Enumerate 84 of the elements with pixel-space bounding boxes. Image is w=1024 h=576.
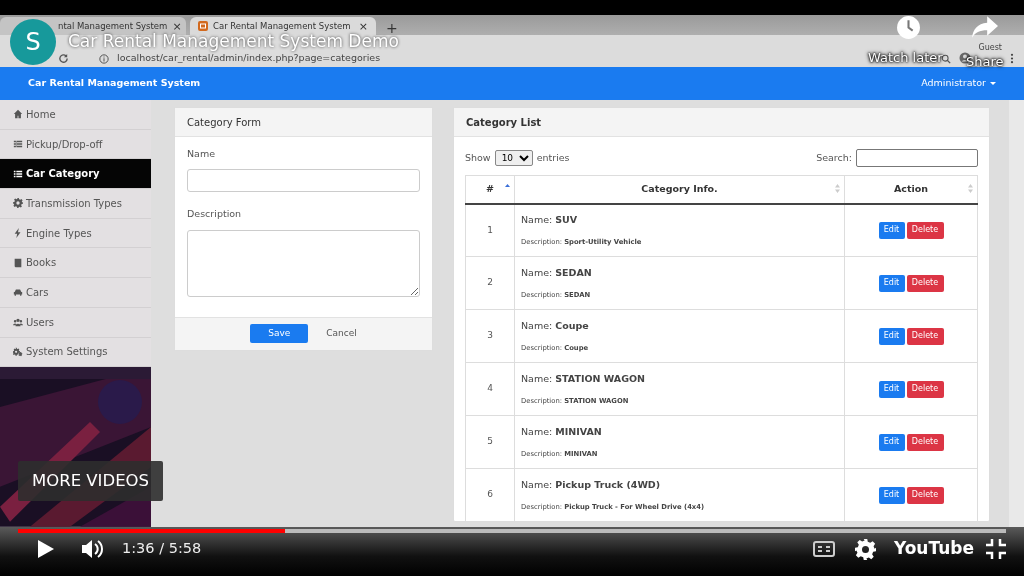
captions-icon[interactable]	[812, 541, 835, 557]
sidebar-item[interactable]: Transmission Types	[0, 189, 151, 219]
delete-button[interactable]: Delete	[906, 380, 944, 398]
exit-fullscreen-icon[interactable]	[986, 539, 1006, 559]
list-icon	[13, 168, 23, 179]
save-button[interactable]: Save	[250, 324, 309, 343]
table-icon	[13, 139, 23, 150]
sidebar-item[interactable]: Engine Types	[0, 218, 151, 249]
caret-icon	[990, 82, 996, 85]
category-name: Name: SEDAN	[521, 265, 593, 280]
column-header[interactable]: Category Info.	[514, 175, 845, 204]
volume-icon[interactable]	[82, 539, 104, 559]
search-field[interactable]	[856, 149, 978, 167]
new-tab-button[interactable]: +	[380, 21, 404, 35]
info-icon[interactable]	[99, 54, 109, 64]
page-icon	[198, 21, 208, 31]
gear-icon	[13, 198, 23, 209]
edit-button[interactable]: Edit	[878, 380, 905, 398]
table-cell: 5	[465, 415, 515, 469]
field-label: Description	[187, 207, 243, 222]
delete-button[interactable]: Delete	[906, 274, 944, 292]
delete-button[interactable]: Delete	[906, 327, 944, 345]
users-icon	[13, 317, 23, 328]
category-name: Name: STATION WAGON	[521, 371, 647, 386]
sidebar-item[interactable]: Users	[0, 307, 151, 338]
close-button[interactable]: ×	[358, 20, 368, 32]
delete-button[interactable]: Delete	[906, 486, 944, 504]
table-cell: 4	[465, 362, 515, 416]
sidebar-item[interactable]: Books	[0, 248, 151, 279]
profile-name: Guest	[978, 42, 1002, 53]
watch-later-label[interactable]: Watch later	[868, 51, 943, 64]
menu-icon[interactable]	[1010, 53, 1014, 64]
sidebar-item[interactable]: Home	[0, 100, 151, 130]
play-icon[interactable]	[38, 540, 54, 558]
settings-icon[interactable]	[854, 538, 876, 560]
browser-tab[interactable]: Car Rental Management System ×	[190, 17, 376, 35]
table-cell: 6	[465, 468, 515, 521]
column-header[interactable]: #	[465, 175, 515, 204]
clock-icon[interactable]	[896, 15, 921, 40]
edit-button[interactable]: Edit	[878, 221, 905, 239]
youtube-logo[interactable]: YouTube	[893, 536, 974, 562]
cancel-button[interactable]: Cancel	[326, 326, 357, 341]
delete-button[interactable]: Delete	[906, 433, 944, 451]
app-brand: Car Rental Management System	[28, 76, 201, 91]
card-header: Category Form	[175, 108, 432, 137]
car-icon	[13, 287, 23, 298]
home-icon	[13, 109, 23, 120]
scrollbar[interactable]	[1009, 100, 1024, 527]
reload-icon[interactable]	[58, 53, 69, 64]
close-button[interactable]: ×	[172, 20, 182, 32]
category-name: Name: SUV	[521, 213, 579, 228]
delete-button[interactable]: Delete	[906, 221, 944, 239]
page-size-select[interactable]: 10	[494, 150, 533, 166]
search-label: Search:	[816, 150, 852, 165]
sidebar-item[interactable]: Pickup/Drop-off	[0, 129, 151, 160]
sidebar-item[interactable]: Cars	[0, 278, 151, 308]
entries-label: entries	[536, 150, 570, 165]
video-time: 1:36 / 5:58	[122, 539, 202, 559]
table-cell: 2	[465, 256, 515, 310]
edit-button[interactable]: Edit	[878, 433, 905, 451]
sidebar-item[interactable]: Car Category	[0, 159, 151, 190]
column-header[interactable]: Action	[844, 175, 978, 204]
category-name: Name: Pickup Truck (4WD)	[521, 477, 662, 492]
card-header: Category List	[454, 108, 989, 137]
gears-icon	[13, 346, 23, 357]
book-icon	[13, 257, 23, 268]
show-label: Show	[465, 150, 491, 165]
edit-button[interactable]: Edit	[878, 327, 905, 345]
category-name: Name: MINIVAN	[521, 424, 603, 439]
share-label[interactable]: Share	[966, 55, 1004, 68]
table-cell: 1	[465, 203, 515, 257]
sidebar-item[interactable]: System Settings	[0, 337, 151, 368]
video-title[interactable]: Car Rental Management System Demo	[68, 33, 399, 50]
share-icon[interactable]	[972, 16, 998, 38]
category-name: Name: Coupe	[521, 318, 590, 333]
input-field[interactable]	[187, 169, 420, 193]
field-label: Name	[187, 147, 217, 161]
user-menu[interactable]: Administrator	[921, 76, 996, 91]
bolt-icon	[13, 228, 23, 239]
more-videos-button[interactable]: MORE VIDEOS	[18, 461, 163, 501]
edit-button[interactable]: Edit	[878, 274, 905, 292]
edit-button[interactable]: Edit	[878, 486, 905, 504]
table-cell: 3	[465, 309, 515, 363]
address-bar-url[interactable]: localhost/car_rental/admin/index.php?page=categories	[117, 52, 381, 64]
